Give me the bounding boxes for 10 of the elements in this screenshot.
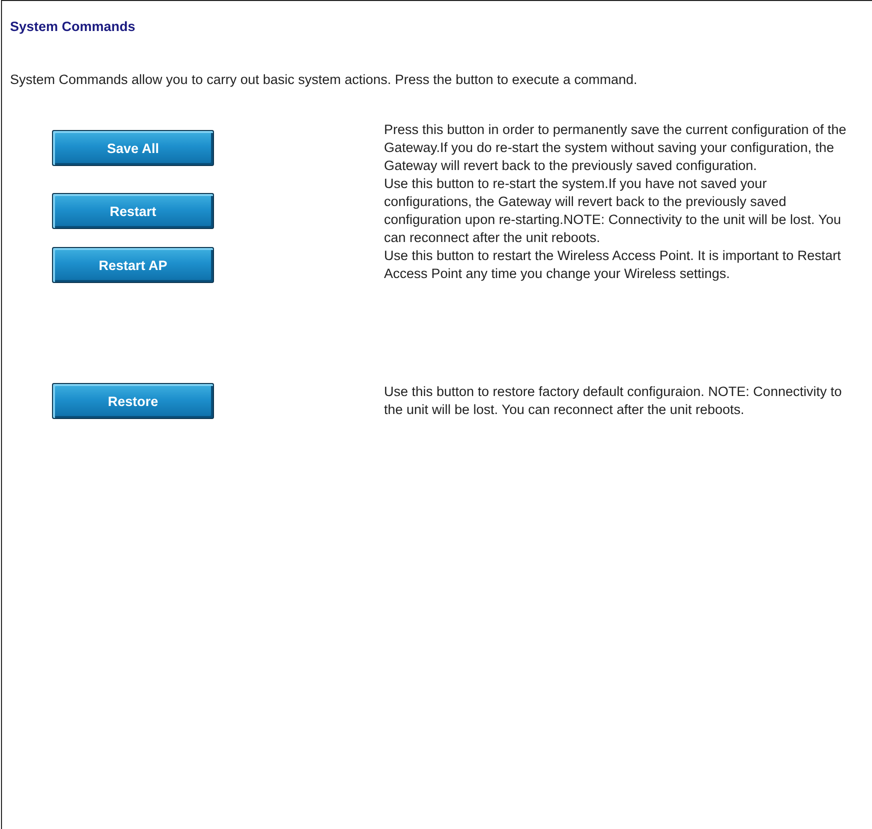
- command-description: Use this button to restore factory default configuraion. NOTE: Connectivity to the unit will be lost. You can reconnect after the unit reboots.: [384, 383, 843, 419]
- command-description: Press this button in order to permanently save the current configuration of the Gateway.If you do re-start the system without saving your configuration, the Gateway will revert back to the previously saved configuration.: [384, 121, 848, 175]
- intro-text: System Commands allow you to carry out basic system actions. Press the button to execute a command.: [10, 71, 638, 89]
- command-button[interactable]: Restart: [52, 193, 214, 229]
- command-button[interactable]: Save All: [52, 130, 214, 166]
- page-title: System Commands: [10, 19, 136, 34]
- command-description: Use this button to restart the Wireless Access Point. It is important to Restart Access Point any time you change your Wireless settings.: [384, 247, 842, 283]
- command-description: Use this button to re-start the system.If you have not saved your configurations, the Gateway will revert back to the previously saved configuration upon re-starting.NOTE: Connectivity to the unit will be lost. You can reconnect after the unit reboots.: [384, 175, 842, 247]
- command-button[interactable]: Restart AP: [52, 247, 214, 283]
- command-button[interactable]: Restore: [52, 383, 214, 419]
